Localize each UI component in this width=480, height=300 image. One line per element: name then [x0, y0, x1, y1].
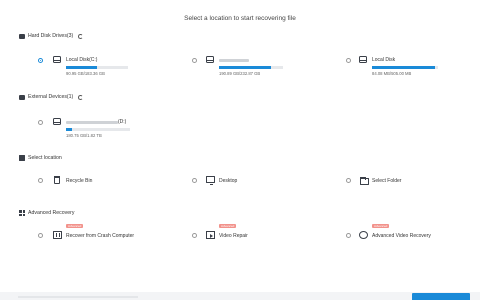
refresh-icon[interactable] [78, 33, 84, 39]
advanced-title: Advanced Recovery [28, 210, 75, 216]
drive-name: (D:) [118, 119, 127, 125]
advanced-badge: Advanced [219, 224, 237, 228]
drive-usage-fill [372, 66, 435, 69]
drive-size: 90.95 GB/183.36 GB [66, 71, 105, 76]
crash-computer-radio[interactable] [38, 233, 43, 238]
hard-disk-title: Hard Disk Drives(3) [28, 33, 74, 39]
hard-drive-icon [359, 56, 367, 63]
drive-radio-3[interactable] [346, 58, 351, 63]
crash-computer-icon [53, 231, 62, 239]
location-icon [19, 155, 25, 161]
select-location-title: Select location [28, 155, 62, 161]
footer-progress-track [18, 296, 138, 298]
crash-computer-label: Recover from Crash Computer [66, 233, 135, 239]
drive-size: 84.08 MB/505.00 MB [372, 71, 412, 76]
recycle-bin-icon [54, 176, 60, 184]
video-repair-label: Video Repair [219, 233, 248, 239]
drive-usage-fill [219, 66, 272, 69]
desktop-label: Desktop [219, 178, 238, 184]
select-location-section-title: Select location [19, 155, 62, 161]
drive-name-redacted [219, 59, 249, 62]
advanced-video-icon [359, 231, 368, 239]
folder-icon [360, 176, 369, 185]
hard-disk-icon [19, 34, 25, 39]
refresh-icon[interactable] [78, 94, 84, 100]
video-repair-icon [206, 231, 215, 239]
drive-radio-c[interactable] [38, 58, 43, 63]
recovery-panel: Select a location to start recovering fi… [0, 0, 480, 292]
advanced-grid-icon [19, 210, 25, 216]
drive-usage-bar [66, 66, 128, 69]
recycle-bin-radio[interactable] [38, 178, 43, 183]
desktop-radio[interactable] [192, 178, 197, 183]
drive-usage-fill [66, 66, 97, 69]
drive-usage-fill [66, 128, 73, 131]
drive-radio-d[interactable] [38, 120, 43, 125]
select-folder-radio[interactable] [346, 178, 351, 183]
drive-name: Local Disk(C:) [66, 57, 98, 63]
scan-button[interactable] [412, 293, 470, 300]
hard-disk-section-title: Hard Disk Drives(3) [19, 33, 84, 39]
hard-drive-icon [206, 56, 214, 63]
hard-drive-icon [53, 56, 61, 63]
external-title: External Devices(1) [28, 94, 74, 100]
advanced-video-radio[interactable] [346, 233, 351, 238]
drive-usage-bar [66, 128, 130, 131]
advanced-video-label: Advanced Video Recovery [372, 233, 431, 239]
drive-name-redacted [66, 121, 118, 124]
select-folder-label: Select Folder [372, 178, 402, 184]
video-repair-radio[interactable] [192, 233, 197, 238]
external-drive-icon [53, 118, 61, 125]
drive-size: 180.75 GB/1.82 TB [66, 133, 102, 138]
drive-usage-bar [372, 66, 438, 69]
drive-radio-2[interactable] [192, 58, 197, 63]
advanced-section-title: Advanced Recovery [19, 210, 74, 216]
external-section-title: External Devices(1) [19, 94, 84, 100]
drive-usage-bar [219, 66, 283, 69]
desktop-icon [206, 176, 215, 185]
drive-size: 190.89 GB/232.87 GB [219, 71, 261, 76]
advanced-badge: Advanced [66, 224, 84, 228]
page-title: Select a location to start recovering fi… [184, 15, 296, 22]
recycle-bin-label: Recycle Bin [66, 178, 93, 184]
external-device-icon [19, 95, 25, 100]
advanced-badge: Advanced [372, 224, 390, 228]
drive-name: Local Disk [372, 57, 396, 63]
